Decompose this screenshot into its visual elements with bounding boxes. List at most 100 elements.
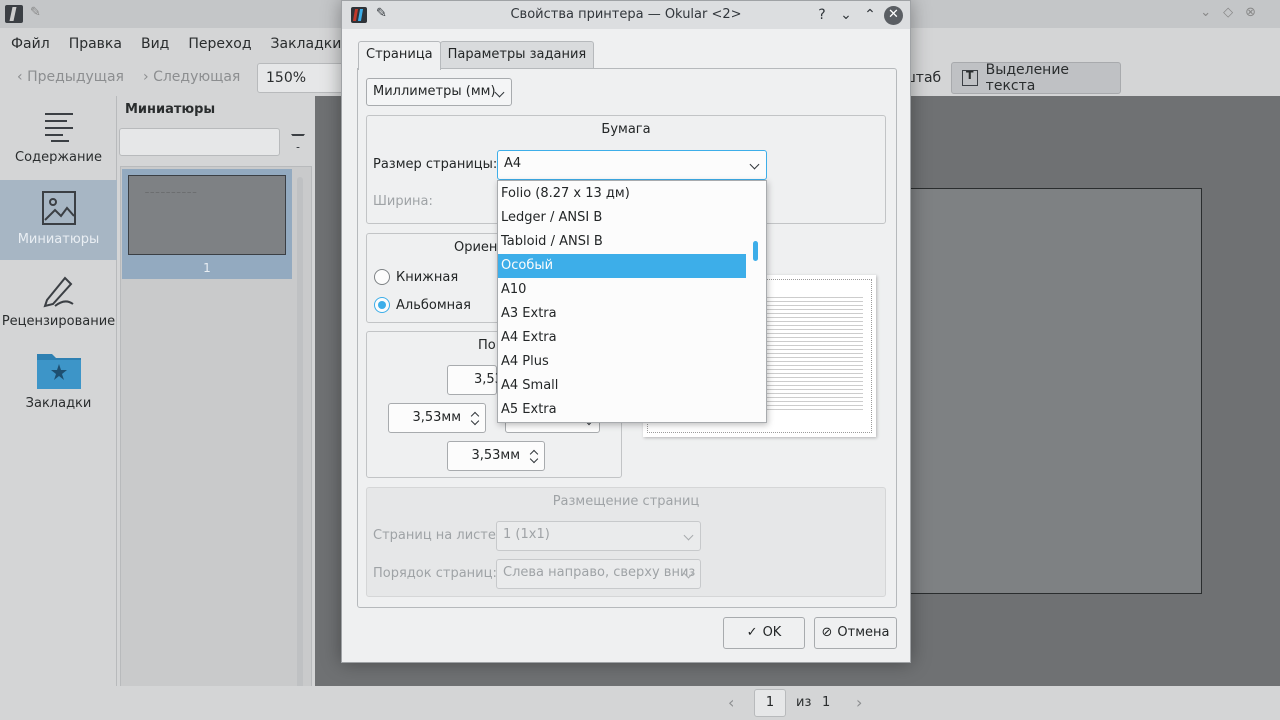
page-size-option[interactable]: Tabloid / ANSI B — [498, 230, 746, 254]
radio-indicator — [374, 269, 390, 285]
cancel-button[interactable]: ⊘ Отмена — [814, 617, 897, 649]
menu-file[interactable]: Файл — [11, 36, 50, 52]
sidebar-item-contents[interactable]: Содержание — [0, 108, 117, 180]
window-controls-icon[interactable]: ⌄◇⊗ — [1200, 5, 1268, 20]
thumbnails-search-input[interactable] — [119, 128, 280, 156]
paper-group-title: Бумага — [601, 122, 651, 137]
preview-text-block — [763, 295, 863, 410]
chevron-down-icon — [494, 87, 505, 98]
filter-icon[interactable] — [291, 134, 305, 148]
checkmark-icon: ✓ — [746, 625, 758, 640]
close-icon[interactable]: ✕ — [884, 6, 903, 25]
units-combo[interactable]: Миллиметры (мм) — [366, 78, 512, 106]
portrait-radio[interactable]: Книжная — [374, 269, 458, 285]
tab-job-options[interactable]: Параметры задания — [439, 41, 595, 69]
chevron-down-icon — [683, 530, 694, 541]
dialog-tabs: Страница Параметры задания — [358, 41, 595, 70]
bookmark-folder-icon — [36, 354, 81, 389]
thumbnail-item[interactable]: — — — — — — — — — — 1 — [122, 169, 292, 279]
menu-bookmarks[interactable]: Закладки — [271, 36, 342, 52]
of-label: из — [796, 695, 812, 710]
page-size-option[interactable]: A4 Extra — [498, 326, 746, 350]
ok-button[interactable]: ✓ OK — [723, 617, 805, 649]
sidebar: Содержание Миниатюры Рецензирование Закл… — [0, 96, 117, 720]
pages-per-sheet-label: Страниц на листе: — [373, 528, 501, 543]
page-size-option[interactable]: A10 — [498, 278, 746, 302]
menu-view[interactable]: Вид — [141, 36, 169, 52]
page-size-dropdown-list: Folio (8.27 x 13 дм) Ledger / ANSI B Tab… — [497, 180, 767, 423]
landscape-radio[interactable]: Альбомная — [374, 297, 471, 313]
ok-label: OK — [762, 625, 782, 640]
pages-per-sheet-combo[interactable]: 1 (1x1) — [496, 521, 701, 551]
page-size-option[interactable]: A3 Extra — [498, 302, 746, 326]
sidebar-item-thumbnails[interactable]: Миниатюры — [0, 180, 117, 260]
thumbnails-title: Миниатюры — [125, 102, 216, 117]
page-size-option[interactable]: A5 Extra — [498, 398, 746, 422]
minimize-icon[interactable]: ⌄ — [836, 5, 856, 25]
units-value: Миллиметры (мм) — [373, 84, 496, 99]
next-page-arrow-icon[interactable]: › — [856, 693, 862, 712]
zoom-combo[interactable]: 150% — [257, 63, 347, 93]
prev-page-button[interactable]: ‹ Предыдущая — [17, 69, 124, 85]
next-label: Следующая — [153, 69, 241, 85]
image-icon — [41, 191, 76, 225]
contents-icon — [44, 113, 73, 142]
pages-per-sheet-value: 1 (1x1) — [503, 527, 550, 542]
margin-bottom-value: 3,53мм — [471, 448, 520, 463]
select-text-label: Выделение текста — [985, 62, 1070, 94]
sidebar-item-review[interactable]: Рецензирование — [0, 272, 117, 344]
prev-page-arrow-icon[interactable]: ‹ — [728, 693, 734, 712]
margins-group-title: По — [478, 338, 496, 353]
total-pages: 1 — [822, 695, 831, 710]
menu-edit[interactable]: Правка — [69, 36, 122, 52]
pin-icon[interactable]: ✎ — [30, 5, 41, 20]
thumbnail-page-preview: — — — — — — — — — — — [128, 175, 286, 255]
page-size-combo[interactable]: A4 — [497, 150, 767, 180]
spin-down-icon[interactable] — [470, 416, 480, 426]
margin-left-spinbox[interactable]: 3,53мм — [388, 403, 486, 433]
page-size-label: Размер страницы: — [373, 157, 498, 172]
thumbnails-scrollbar[interactable] — [297, 177, 303, 705]
page-size-option-selected[interactable]: Особый — [498, 254, 746, 278]
next-page-button[interactable]: › Следующая — [143, 69, 240, 85]
sidebar-label: Содержание — [15, 150, 102, 165]
page-order-combo[interactable]: Слева направо, сверху вниз — [496, 559, 701, 589]
help-icon[interactable]: ? — [812, 5, 832, 25]
chevron-left-icon: ‹ — [17, 69, 28, 85]
page-order-value: Слева направо, сверху вниз — [503, 565, 696, 580]
thumbnails-panel: Миниатюры — — — — — — — — — — 1 — [117, 96, 314, 720]
page-size-value: A4 — [504, 156, 522, 171]
document-page — [894, 188, 1202, 594]
maximize-icon[interactable]: ⌃ — [860, 5, 880, 25]
sidebar-item-bookmarks[interactable]: Закладки — [0, 350, 117, 422]
text-select-icon — [962, 69, 978, 86]
page-size-option[interactable]: A4 Plus — [498, 350, 746, 374]
sidebar-label: Закладки — [25, 396, 92, 411]
thumbnails-list: — — — — — — — — — — 1 — [120, 166, 312, 712]
width-label: Ширина: — [373, 194, 433, 209]
margin-top-spinbox[interactable]: 3,53 — [447, 365, 503, 395]
chevron-right-icon: › — [143, 69, 154, 85]
page-layout-title: Размещение страниц — [552, 494, 700, 509]
page-size-option[interactable]: A4 Small — [498, 374, 746, 398]
page-number-input[interactable]: 1 — [754, 689, 786, 717]
margin-left-value: 3,53мм — [412, 410, 461, 425]
cancel-icon: ⊘ — [821, 625, 833, 640]
page-navigator: ‹ 1 из 1 › — [0, 686, 1280, 720]
menu-go[interactable]: Переход — [188, 36, 251, 52]
sidebar-label: Миниатюры — [17, 232, 100, 247]
radio-indicator — [374, 297, 390, 313]
page-size-option[interactable]: Folio (8.27 x 13 дм) — [498, 182, 746, 206]
page-size-option[interactable]: Ledger / ANSI B — [498, 206, 746, 230]
select-text-button[interactable]: Выделение текста — [951, 62, 1121, 94]
sidebar-label: Рецензирование — [1, 314, 116, 329]
spin-down-icon[interactable] — [529, 454, 539, 464]
okular-app-icon — [5, 5, 23, 23]
margin-bottom-spinbox[interactable]: 3,53мм — [447, 441, 545, 471]
portrait-label: Книжная — [396, 269, 459, 285]
pen-icon — [42, 276, 74, 308]
dropdown-scrollbar[interactable] — [753, 241, 758, 261]
tab-page[interactable]: Страница — [358, 41, 441, 70]
prev-label: Предыдущая — [27, 69, 124, 85]
dialog-titlebar: ✎ Свойства принтера — Okular <2> ? ⌄ ⌃ ✕ — [342, 1, 910, 29]
